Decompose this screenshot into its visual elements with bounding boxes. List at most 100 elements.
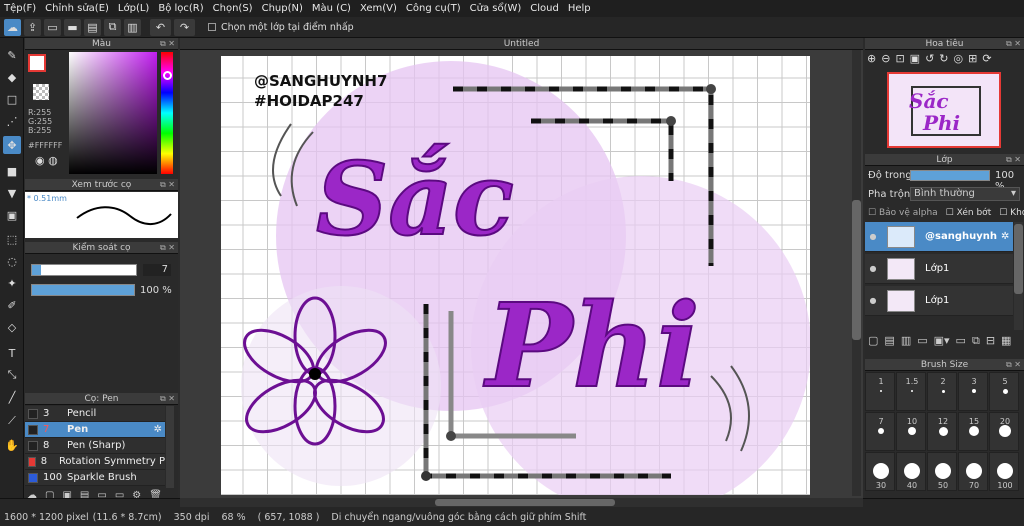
undo-icon[interactable]: ↶: [150, 18, 171, 36]
select-rect-tool-icon[interactable]: ⬚: [3, 230, 21, 248]
menu-help[interactable]: Help: [568, 3, 591, 14]
export-icon[interactable]: ⇪: [24, 18, 41, 36]
brush-size-cell[interactable]: 5: [989, 372, 1019, 411]
layer-scroll-thumb[interactable]: [1014, 224, 1023, 294]
panel-window-icon[interactable]: ⧉ ✕: [160, 38, 175, 50]
copy-icon[interactable]: ⧉: [104, 18, 121, 36]
brush-size-cell[interactable]: 1: [865, 372, 895, 411]
reset-rotation-icon[interactable]: ◎: [954, 52, 964, 70]
brush-size-cell[interactable]: 3: [958, 372, 988, 411]
lasso-tool-icon[interactable]: ◌: [3, 252, 21, 270]
fill-rect-tool-icon[interactable]: ■: [3, 162, 21, 180]
drawing-canvas[interactable]: @SANGHUYNH7 #HOIDAP247 Sắc Phi: [221, 56, 810, 495]
flip-icon[interactable]: ⊞: [968, 52, 977, 70]
brush-size-cell[interactable]: 20: [989, 412, 1019, 451]
brush-list-scrollbar[interactable]: [166, 406, 174, 488]
cloud-icon[interactable]: ☁: [4, 18, 21, 36]
fit-icon[interactable]: ⊡: [895, 52, 904, 70]
menu-layer[interactable]: Lớp(L): [118, 3, 149, 14]
brush-size-cell[interactable]: 40: [896, 452, 926, 491]
new-folder-icon[interactable]: ▭: [917, 334, 927, 350]
layer-item[interactable]: ● Lớp1: [865, 286, 1013, 316]
dots-tool-icon[interactable]: ⋰: [3, 112, 21, 130]
merge-layer-icon[interactable]: ⊟: [986, 334, 995, 350]
new-layer-icon[interactable]: ▢: [868, 334, 878, 350]
brush-item-pen[interactable]: 7 Pen ✲: [25, 422, 165, 438]
page-icon[interactable]: ▥: [124, 18, 141, 36]
foreground-color-swatch[interactable]: [28, 54, 46, 72]
rectangle-tool-icon[interactable]: □: [3, 90, 21, 108]
menu-edit[interactable]: Chỉnh sửa(E): [45, 3, 109, 14]
redo-icon[interactable]: ↷: [174, 18, 195, 36]
gear-icon[interactable]: ✲: [1001, 231, 1009, 242]
chat-icon[interactable]: ▭: [44, 18, 61, 36]
vertical-scrollbar[interactable]: [852, 50, 861, 496]
document-icon[interactable]: ▤: [84, 18, 101, 36]
panel-window-icon[interactable]: ⧉ ✕: [1006, 359, 1021, 371]
layer-item[interactable]: ● @sanghuynh ✲: [865, 222, 1013, 252]
menu-view[interactable]: Xem(V): [360, 3, 397, 14]
transform-tool-icon[interactable]: ⤡: [3, 366, 21, 384]
brush-size-cell[interactable]: 30: [865, 452, 895, 491]
brush-size-slider[interactable]: [31, 264, 137, 276]
brush-size-cell[interactable]: 70: [958, 452, 988, 491]
brush-item-rotation-symmetry[interactable]: 8 Rotation Symmetry P: [25, 454, 165, 470]
rotate-left-icon[interactable]: ↺: [925, 52, 934, 70]
comment-icon[interactable]: ▬: [64, 18, 81, 36]
panel-window-icon[interactable]: ⧉ ✕: [160, 393, 175, 405]
menu-tools[interactable]: Công cụ(T): [406, 3, 461, 14]
visibility-icon[interactable]: ●: [865, 232, 881, 241]
layer-opacity-slider[interactable]: [910, 170, 990, 181]
brush-size-cell[interactable]: 7: [865, 412, 895, 451]
lock-checkbox[interactable]: ☐ Khóa: [999, 208, 1024, 218]
add-layer-menu-icon[interactable]: ▣▾: [934, 334, 950, 350]
transparent-color-swatch[interactable]: [33, 84, 49, 100]
actual-size-icon[interactable]: ▣: [910, 52, 920, 70]
panel-window-icon[interactable]: ⧉ ✕: [160, 179, 175, 191]
vertical-scroll-thumb[interactable]: [852, 200, 861, 340]
menu-color[interactable]: Màu (C): [312, 3, 351, 14]
gradient-tool-icon[interactable]: ▣: [3, 206, 21, 224]
hue-handle[interactable]: [163, 71, 172, 80]
color-saturation-field[interactable]: [69, 52, 157, 174]
layer-item[interactable]: ● Lớp1: [865, 254, 1013, 284]
refresh-icon[interactable]: ⟳: [982, 52, 991, 70]
ruler-tool-icon[interactable]: ╱: [3, 388, 21, 406]
clipping-checkbox[interactable]: ☐ Xén bớt: [946, 208, 992, 218]
brush-opacity-slider[interactable]: [31, 284, 135, 296]
layer-scrollbar[interactable]: [1014, 222, 1023, 330]
move-tool-icon[interactable]: ✥: [3, 136, 21, 154]
visibility-icon[interactable]: ●: [865, 264, 881, 273]
gear-icon[interactable]: ✲: [154, 424, 162, 435]
document-tab[interactable]: Untitled: [180, 38, 863, 50]
horizontal-scroll-thumb[interactable]: [435, 499, 615, 506]
zoom-in-icon[interactable]: ⊕: [867, 52, 876, 70]
menu-window[interactable]: Cửa sổ(W): [470, 3, 522, 14]
navigator-preview[interactable]: Sắc Phi: [887, 72, 1001, 148]
visibility-icon[interactable]: ●: [865, 296, 881, 305]
blend-mode-select[interactable]: Bình thường ▾: [910, 187, 1020, 201]
select-eraser-tool-icon[interactable]: ◇: [3, 318, 21, 336]
brush-size-value[interactable]: 7: [143, 264, 171, 276]
new-layer-1bit-icon[interactable]: ▥: [901, 334, 911, 350]
brush-size-cell[interactable]: 15: [958, 412, 988, 451]
brush-item-sparkle[interactable]: 100 Sparkle Brush: [25, 470, 165, 486]
rotate-right-icon[interactable]: ↻: [939, 52, 948, 70]
brush-size-cell[interactable]: 2: [927, 372, 957, 411]
layer-settings-icon[interactable]: ▦: [1001, 334, 1011, 350]
bucket-tool-icon[interactable]: ▼: [3, 184, 21, 202]
eyedropper-tool-icon[interactable]: ⟋: [3, 412, 21, 430]
magic-wand-tool-icon[interactable]: ✦: [3, 274, 21, 292]
horizontal-scrollbar[interactable]: [180, 498, 863, 507]
menu-filter[interactable]: Bộ lọc(R): [158, 3, 203, 14]
brush-size-cell[interactable]: 10: [896, 412, 926, 451]
brush-item-pencil[interactable]: 3 Pencil: [25, 406, 165, 422]
brush-size-cell[interactable]: 1.5: [896, 372, 926, 411]
select-layer-checkbox[interactable]: Chọn một lớp tại điểm nhấp: [208, 22, 354, 33]
new-layer-8bit-icon[interactable]: ▤: [884, 334, 894, 350]
panel-window-icon[interactable]: ⧉ ✕: [1006, 154, 1021, 166]
brush-size-cell[interactable]: 12: [927, 412, 957, 451]
brush-size-cell[interactable]: 100: [989, 452, 1019, 491]
menu-select[interactable]: Chọn(S): [213, 3, 253, 14]
palette-icon[interactable]: ◉ ◍: [35, 154, 65, 168]
